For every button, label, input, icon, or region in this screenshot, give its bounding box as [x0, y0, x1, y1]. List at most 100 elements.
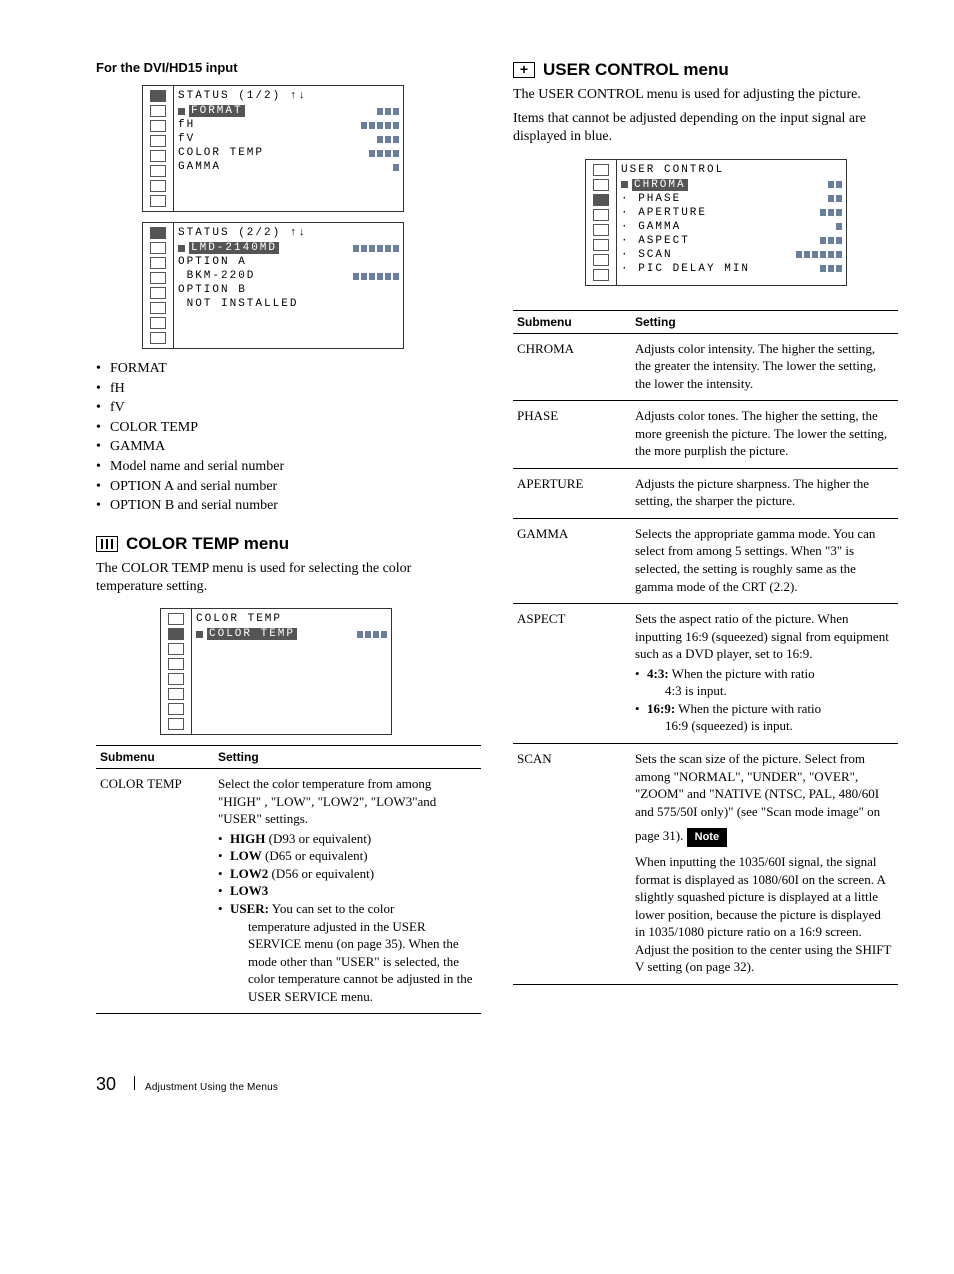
osd-icon [150, 332, 166, 344]
osd-row-label: · SCAN [621, 249, 673, 261]
osd-icon [168, 673, 184, 685]
color-temp-table: Submenu Setting COLOR TEMP Select the co… [96, 745, 481, 1014]
osd-icon [150, 227, 166, 239]
status-bullet-list: FORMAT fH fV COLOR TEMP GAMMA Model name… [96, 359, 481, 516]
osd-icon [150, 165, 166, 177]
osd-color-temp: COLOR TEMP COLOR TEMP [160, 608, 392, 735]
osd-status-1: STATUS (1/2) ↑↓ FORMAT fH fV COLOR TEMP … [142, 85, 404, 212]
osd-row-label: COLOR TEMP [207, 628, 297, 640]
list-item: Model name and serial number [96, 457, 481, 477]
osd-icon [168, 703, 184, 715]
osd-icon [150, 272, 166, 284]
table-row: APERTURE Adjusts the picture sharpness. … [513, 468, 898, 518]
setting-cell: Adjusts the picture sharpness. The highe… [631, 468, 898, 518]
osd-icon [168, 688, 184, 700]
osd-row-label: · ASPECT [621, 235, 690, 247]
osd-title: STATUS (2/2) ↑↓ [178, 227, 399, 239]
osd-icon [150, 135, 166, 147]
submenu-cell: PHASE [513, 401, 631, 469]
osd-status-2: STATUS (2/2) ↑↓ LMD-2140MD OPTION A BKM-… [142, 222, 404, 349]
table-row: ASPECT Sets the aspect ratio of the pict… [513, 604, 898, 744]
osd-icon [150, 242, 166, 254]
page-footer: 30 Adjustment Using the Menus [0, 1054, 954, 1125]
list-item: fV [96, 398, 481, 418]
table-row: CHROMA Adjusts color intensity. The high… [513, 333, 898, 401]
user-control-intro-2: Items that cannot be adjusted depending … [513, 110, 898, 146]
osd-title: USER CONTROL [621, 164, 842, 176]
submenu-cell: GAMMA [513, 518, 631, 603]
osd-icon [150, 287, 166, 299]
osd-icon [593, 269, 609, 281]
note-text: When inputting the 1035/60I signal, the … [635, 853, 894, 976]
setting-cell: Adjusts color intensity. The higher the … [631, 333, 898, 401]
osd-icon [593, 254, 609, 266]
user-control-heading: USER CONTROL menu [513, 60, 898, 80]
submenu-cell: CHROMA [513, 333, 631, 401]
user-control-icon [513, 62, 535, 78]
osd-row-label: · PHASE [621, 193, 681, 205]
setting-text: Sets the aspect ratio of the picture. Wh… [635, 611, 889, 661]
heading-text: COLOR TEMP menu [126, 534, 289, 554]
submenu-cell: ASPECT [513, 604, 631, 744]
setting-cell: Adjusts color tones. The higher the sett… [631, 401, 898, 469]
osd-row-label: CHROMA [632, 179, 688, 191]
osd-row-label: OPTION B [178, 284, 247, 296]
right-column: USER CONTROL menu The USER CONTROL menu … [513, 60, 898, 1014]
osd-user-control: USER CONTROL CHROMA · PHASE · APERTURE ·… [585, 159, 847, 286]
page-number: 30 [96, 1074, 116, 1095]
osd-icon [593, 179, 609, 191]
osd-row-label: OPTION A [178, 256, 247, 268]
osd-row-label: COLOR TEMP [178, 147, 264, 159]
setting-cell: Sets the aspect ratio of the picture. Wh… [631, 604, 898, 744]
osd-row-label: NOT INSTALLED [178, 298, 298, 310]
osd-icon [593, 164, 609, 176]
osd-icon [593, 239, 609, 251]
heading-text: USER CONTROL menu [543, 60, 729, 80]
setting-cell: Select the color temperature from among … [214, 769, 481, 1014]
table-header: Setting [214, 746, 481, 769]
note-badge: Note [687, 828, 727, 847]
user-control-intro-1: The USER CONTROL menu is used for adjust… [513, 86, 898, 104]
osd-icon [150, 317, 166, 329]
osd-icon [593, 209, 609, 221]
setting-cell: Sets the scan size of the picture. Selec… [631, 743, 898, 984]
table-row: PHASE Adjusts color tones. The higher th… [513, 401, 898, 469]
submenu-cell: APERTURE [513, 468, 631, 518]
osd-icon [150, 195, 166, 207]
osd-icon [150, 150, 166, 162]
osd-icon [168, 658, 184, 670]
osd-title: STATUS (1/2) ↑↓ [178, 90, 399, 102]
color-temp-icon [96, 536, 118, 552]
table-row: SCAN Sets the scan size of the picture. … [513, 743, 898, 984]
osd-icon [593, 194, 609, 206]
list-item: OPTION A and serial number [96, 477, 481, 497]
setting-text: Sets the scan size of the picture. Selec… [635, 751, 880, 843]
list-item: OPTION B and serial number [96, 496, 481, 516]
osd-row-label: fV [178, 133, 195, 145]
table-header: Submenu [96, 746, 214, 769]
osd-icon [150, 120, 166, 132]
osd-icon [168, 718, 184, 730]
osd-row-label: · GAMMA [621, 221, 681, 233]
osd-icon [168, 628, 184, 640]
dvi-heading: For the DVI/HD15 input [96, 60, 481, 75]
osd-row-label: LMD-2140MD [189, 242, 279, 254]
osd-row-label: · APERTURE [621, 207, 707, 219]
osd-row-label: · PIC DELAY MIN [621, 263, 750, 275]
osd-icon [150, 302, 166, 314]
table-row: COLOR TEMP Select the color temperature … [96, 769, 481, 1014]
table-header: Setting [631, 310, 898, 333]
setting-cell: Selects the appropriate gamma mode. You … [631, 518, 898, 603]
osd-title: COLOR TEMP [196, 613, 387, 625]
list-item: fH [96, 379, 481, 399]
osd-icon [168, 643, 184, 655]
table-header: Submenu [513, 310, 631, 333]
user-control-table: Submenu Setting CHROMA Adjusts color int… [513, 310, 898, 985]
osd-icon [150, 257, 166, 269]
list-item: COLOR TEMP [96, 418, 481, 438]
submenu-cell: COLOR TEMP [96, 769, 214, 1014]
table-row: GAMMA Selects the appropriate gamma mode… [513, 518, 898, 603]
osd-icon [150, 105, 166, 117]
osd-icon [150, 180, 166, 192]
color-temp-heading: COLOR TEMP menu [96, 534, 481, 554]
